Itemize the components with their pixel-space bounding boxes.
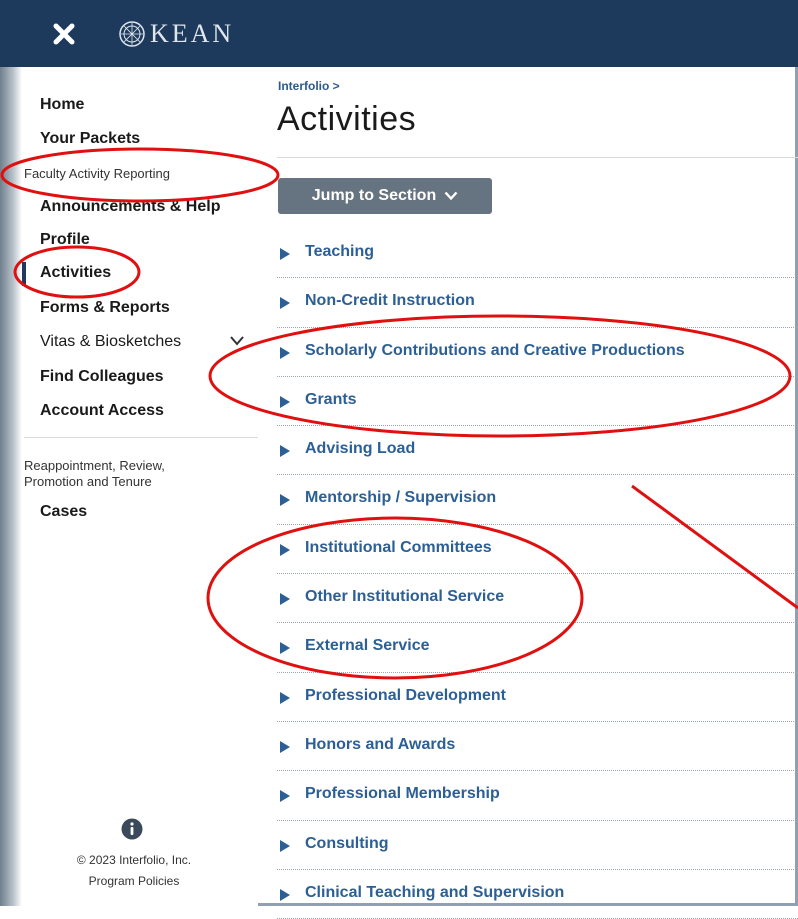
- sidebar-section-faculty-activity-reporting: Faculty Activity Reporting: [24, 166, 170, 181]
- section-row[interactable]: Other Institutional Service: [277, 574, 798, 624]
- section-label: Professional Membership: [305, 785, 500, 803]
- sidebar-item-profile[interactable]: Profile: [40, 231, 90, 249]
- section-row[interactable]: Grants: [277, 377, 798, 427]
- section-row[interactable]: Professional Development: [277, 673, 798, 722]
- expand-triangle-icon: [280, 346, 290, 359]
- page-title: Activities: [277, 100, 417, 138]
- expand-triangle-icon: [280, 790, 290, 803]
- section-label: Clinical Teaching and Supervision: [305, 883, 565, 901]
- info-icon[interactable]: [121, 818, 143, 840]
- section-row[interactable]: Advising Load: [277, 426, 798, 476]
- breadcrumb[interactable]: Interfolio >: [278, 79, 340, 93]
- close-icon[interactable]: [52, 22, 76, 46]
- sidebar-edge: [0, 67, 22, 906]
- program-policies-link[interactable]: Program Policies: [24, 874, 244, 888]
- section-row[interactable]: External Service: [277, 623, 798, 673]
- expand-triangle-icon: [280, 395, 290, 408]
- sidebar-item-home[interactable]: Home: [40, 96, 84, 114]
- section-label: Scholarly Contributions and Creative Pro…: [305, 341, 685, 359]
- section-row[interactable]: Non-Credit Instruction: [277, 278, 798, 328]
- section-row[interactable]: Scholarly Contributions and Creative Pro…: [277, 328, 798, 377]
- section-row[interactable]: Clinical Teaching and Supervision: [277, 870, 798, 919]
- sidebar-section-rpt-line1: Reappointment, Review,: [24, 458, 165, 473]
- expand-triangle-icon: [280, 543, 290, 556]
- expand-triangle-icon: [280, 740, 290, 753]
- title-divider: [277, 157, 798, 158]
- sidebar-item-your-packets[interactable]: Your Packets: [40, 130, 140, 148]
- section-row[interactable]: Honors and Awards: [277, 722, 798, 772]
- expand-triangle-icon: [280, 888, 290, 901]
- sidebar-item-find-colleagues[interactable]: Find Colleagues: [40, 368, 164, 386]
- jump-to-section-label: Jump to Section: [311, 187, 437, 204]
- logo-text: KEAN: [150, 19, 235, 48]
- expand-triangle-icon: [280, 494, 290, 507]
- sidebar-item-activities[interactable]: Activities: [40, 264, 111, 282]
- sidebar-item-cases[interactable]: Cases: [40, 503, 87, 521]
- sidebar-divider: [24, 437, 258, 438]
- section-label: Mentorship / Supervision: [305, 489, 497, 507]
- section-list: Teaching Non-Credit Instruction Scholarly …: [277, 229, 798, 919]
- expand-triangle-icon: [280, 248, 290, 260]
- expand-triangle-icon: [280, 445, 290, 458]
- section-label: Advising Load: [305, 440, 416, 458]
- section-label: Consulting: [305, 834, 389, 852]
- sidebar-item-forms-reports[interactable]: Forms & Reports: [40, 299, 170, 317]
- chevron-down-icon: [444, 191, 458, 201]
- top-bar: KEAN: [0, 0, 798, 67]
- expand-triangle-icon: [280, 642, 290, 655]
- section-row[interactable]: Mentorship / Supervision: [277, 475, 798, 525]
- section-label: Teaching: [305, 243, 375, 260]
- seal-icon: [119, 21, 145, 47]
- expand-triangle-icon: [280, 593, 290, 606]
- section-row[interactable]: Professional Membership: [277, 771, 798, 821]
- section-row[interactable]: Institutional Committees: [277, 525, 798, 575]
- section-label: External Service: [305, 637, 430, 655]
- expand-triangle-icon: [280, 839, 290, 852]
- active-indicator: [22, 262, 26, 286]
- copyright-text: © 2023 Interfolio, Inc.: [76, 853, 192, 867]
- chevron-down-icon[interactable]: [229, 335, 245, 347]
- section-label: Other Institutional Service: [305, 588, 505, 606]
- section-row[interactable]: Teaching: [277, 229, 798, 279]
- sidebar-item-announcements[interactable]: Announcements & Help: [40, 198, 220, 216]
- section-label: Institutional Committees: [305, 538, 492, 556]
- sidebar-section-rpt-line2: Promotion and Tenure: [24, 474, 152, 489]
- kean-logo[interactable]: KEAN: [118, 18, 234, 50]
- jump-to-section-button[interactable]: Jump to Section: [278, 178, 492, 214]
- section-row[interactable]: Consulting: [277, 821, 798, 870]
- sidebar-item-vitas[interactable]: Vitas & Biosketches: [40, 333, 181, 351]
- section-label: Non-Credit Instruction: [305, 292, 475, 310]
- sidebar-item-account-access[interactable]: Account Access: [40, 402, 164, 420]
- section-label: Grants: [305, 390, 357, 408]
- section-label: Honors and Awards: [305, 735, 456, 753]
- expand-triangle-icon: [280, 297, 290, 310]
- section-label: Professional Development: [305, 686, 506, 704]
- expand-triangle-icon: [280, 691, 290, 704]
